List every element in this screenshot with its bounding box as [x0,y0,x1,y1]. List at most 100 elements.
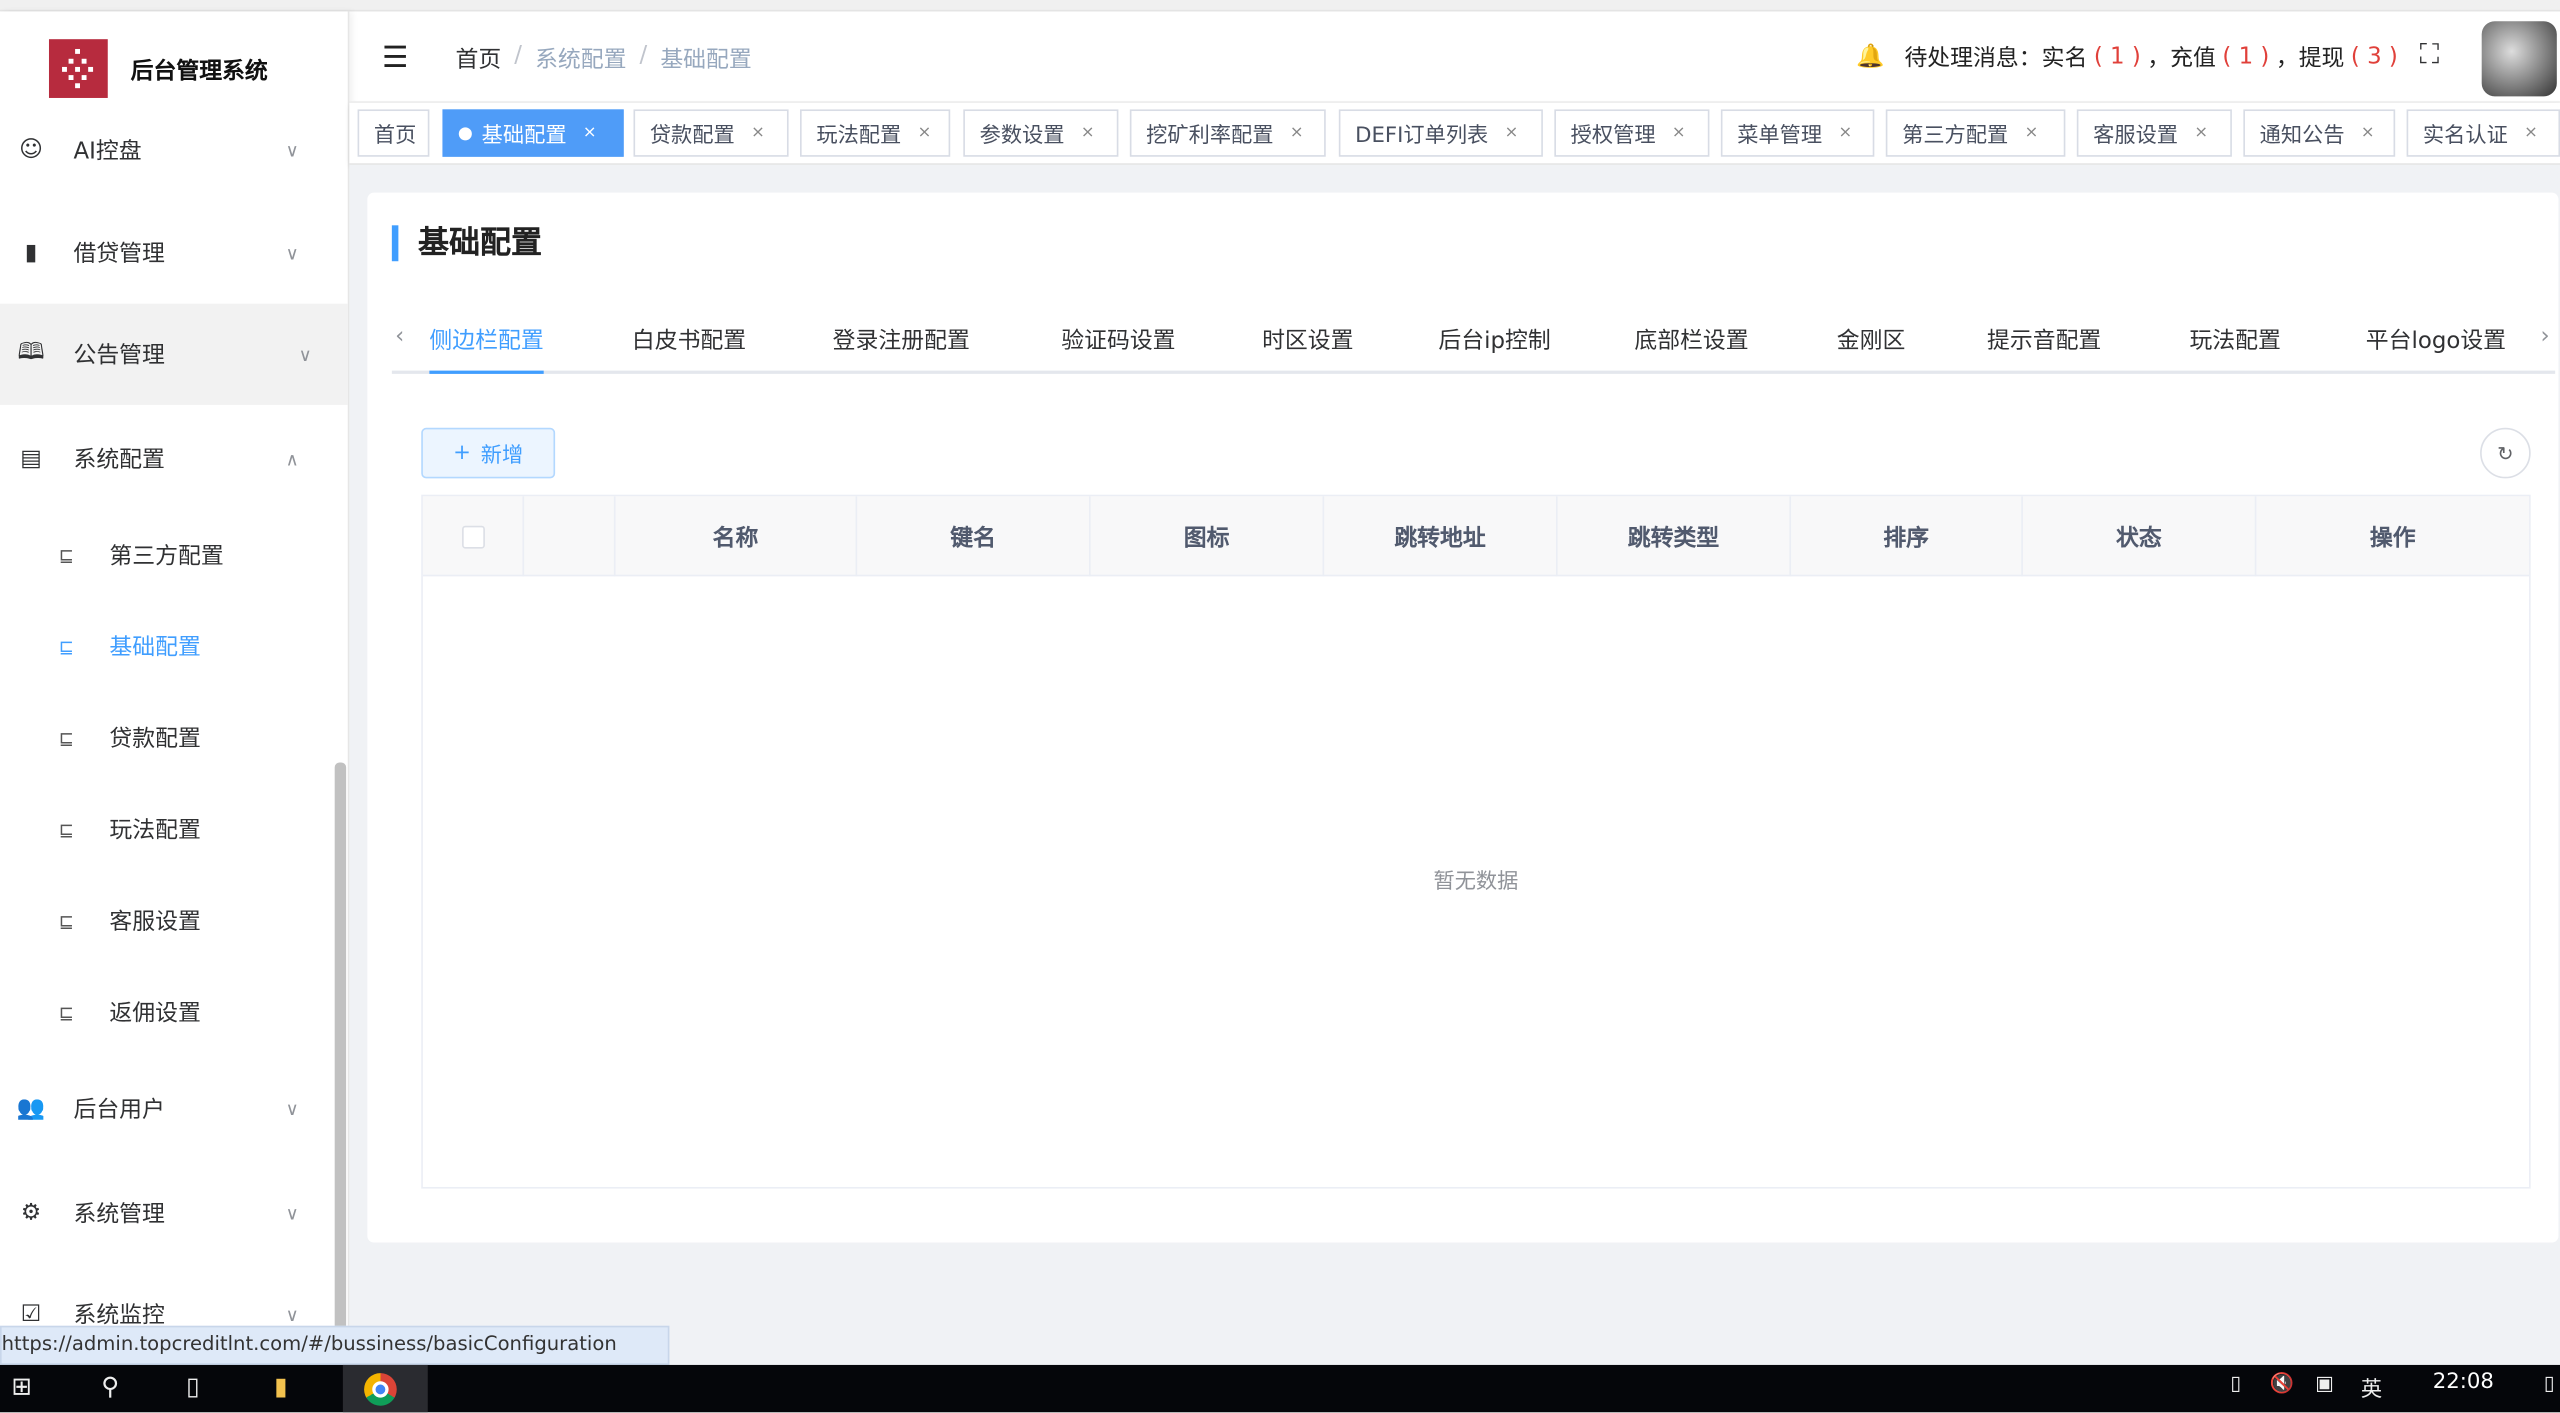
file-explorer-icon[interactable]: ▮ [274,1371,287,1400]
tag-customer-service[interactable]: 客服设置 × [2076,109,2232,157]
app-title: 后台管理系统 [130,58,268,85]
users-icon: 👥 [16,1095,46,1122]
sidebar-item-ai-control[interactable]: ☺ AI控盘 ∨ [0,100,335,201]
sidebar-subitem-customer-service[interactable]: ⊑ 客服设置 [0,875,335,966]
sidebar-item-label: 公告管理 [73,342,165,369]
close-icon[interactable]: × [1290,124,1304,142]
breadcrumb-home[interactable]: 首页 [456,42,502,75]
close-icon[interactable]: × [1081,124,1095,142]
tag-third-party[interactable]: 第三方配置 × [1885,109,2066,157]
chevron-left-icon[interactable]: ‹ [395,323,404,349]
sidebar-scrollbar[interactable] [334,762,347,1351]
sidebar-subitem-basic-config[interactable]: ⊑ 基础配置 [0,601,335,692]
sidebar-item-system-management[interactable]: ⚙ 系统管理 ∨ [0,1162,335,1263]
sidebar-item-announcement[interactable]: 🕮 公告管理 ∨ [0,303,348,405]
close-icon[interactable]: × [1505,124,1519,142]
tag-label: 基础配置 [481,124,567,149]
breadcrumb-system-config: 系统配置 [535,47,627,74]
tag-label: 第三方配置 [1902,124,2009,149]
close-icon[interactable]: × [2524,124,2538,142]
sidebar-subitem-loan-config[interactable]: ⊑ 贷款配置 [0,692,335,783]
realname-count[interactable]: ( 1 ) [2094,44,2141,70]
tag-mining-rate[interactable]: 挖矿利率配置 × [1129,109,1326,157]
tab-admin-ip-control[interactable]: 后台ip控制 [1438,323,1550,356]
close-icon[interactable]: × [2025,124,2039,142]
tree-icon: ⊑ [58,818,74,841]
collapse-menu-icon[interactable]: ☰ [382,41,408,75]
pending-messages[interactable]: 🔔 待处理消息：实名( 1 ) ，充值( 1 ) ，提现( 3 ) [1856,41,2397,74]
book-icon: ▮ [24,240,38,267]
task-view-icon[interactable]: ▯ [186,1371,199,1400]
breadcrumb: 首页 / 系统配置 / 基础配置 [456,42,752,75]
notification-icon[interactable]: ▯ [2544,1371,2555,1394]
tag-label: DEFI订单列表 [1355,124,1489,149]
ime-indicator[interactable]: 英 [2361,1371,2382,1402]
close-icon[interactable]: × [583,124,597,142]
chevron-down-icon: ∨ [298,343,312,365]
select-all-checkbox[interactable] [461,524,485,548]
volume-muted-icon[interactable]: 🔇 [2269,1371,2293,1394]
tab-captcha-settings[interactable]: 验证码设置 [1061,323,1175,356]
clock[interactable]: 22:08 [2433,1370,2494,1394]
header: ☰ 首页 / 系统配置 / 基础配置 🔔 待处理消息：实名( 1 ) ，充值( 1 )… [349,11,2560,103]
tab-timezone-settings[interactable]: 时区设置 [1262,323,1353,356]
chrome-taskbar-button[interactable] [342,1364,428,1413]
robot-icon: ☺ [19,137,43,164]
tab-sidebar-config[interactable]: 侧边栏配置 [429,323,544,374]
sidebar-subitem-rebate[interactable]: ⊑ 返佣设置 [0,967,335,1058]
close-icon[interactable]: × [2194,124,2208,142]
link-status-bar: https://admin.topcreditlnt.com/#/bussine… [0,1325,670,1365]
close-icon[interactable]: × [918,124,932,142]
empty-state: 暂无数据 [1433,870,1519,895]
sidebar: 后台管理系统 ☺ AI控盘 ∨ ▮ 借贷管理 ∨ 🕮 公告管理 ∨ ▤ 系统配置 ∧ ⊑ 第三方配… [0,11,350,1365]
sidebar-item-system-config[interactable]: ▤ 系统配置 ∧ [0,408,335,509]
windows-start-icon[interactable]: ⊞ [11,1371,32,1400]
sidebar-item-label: AI控盘 [73,138,142,165]
tag-basic-config[interactable]: 基础配置 × [442,109,624,157]
notice-recharge-label: ，充值 [2147,45,2216,72]
tag-menu[interactable]: 菜单管理 × [1720,109,1875,157]
tag-home[interactable]: 首页 [357,109,430,157]
fullscreen-icon[interactable]: ⛶ [2420,39,2439,72]
tag-params[interactable]: 参数设置 × [963,109,1119,157]
sidebar-subitem-label: 玩法配置 [109,817,201,845]
tag-play-config[interactable]: 玩法配置 × [800,109,951,157]
sidebar-item-admin-users[interactable]: 👥 后台用户 ∨ [0,1058,335,1159]
column-key: 键名 [857,496,1091,577]
network-icon[interactable]: ▣ [2315,1371,2334,1394]
search-icon[interactable]: ⚲ [101,1371,119,1400]
sidebar-item-loan[interactable]: ▮ 借贷管理 ∨ [0,202,335,303]
chevron-down-icon: ∨ [285,139,299,161]
close-icon[interactable]: × [1672,124,1686,142]
add-button[interactable]: + 新增 [421,427,556,479]
sidebar-subitem-play-config[interactable]: ⊑ 玩法配置 [0,784,335,875]
tab-sound-config[interactable]: 提示音配置 [1987,323,2101,356]
close-icon[interactable]: × [1838,124,1852,142]
tab-platform-logo[interactable]: 平台logo设置 [2366,323,2506,356]
refresh-icon: ↻ [2497,441,2514,465]
sidebar-subitem-label: 贷款配置 [109,726,201,753]
tag-realname[interactable]: 实名认证 × [2406,109,2560,157]
tag-loan-config[interactable]: 贷款配置 × [633,109,789,157]
chevron-right-icon[interactable]: › [2540,323,2549,349]
open-book-icon: 🕮 [17,339,45,366]
tab-login-register-config[interactable]: 登录注册配置 [833,323,970,356]
refresh-button[interactable]: ↻ [2480,427,2531,479]
close-icon[interactable]: × [751,124,765,142]
tab-footer-settings[interactable]: 底部栏设置 [1634,323,1748,356]
avatar[interactable] [2481,21,2557,97]
tag-notices[interactable]: 通知公告 × [2243,109,2396,157]
tag-defi-orders[interactable]: DEFI订单列表 × [1338,109,1543,157]
tab-king-kong-area[interactable]: 金刚区 [1837,323,1906,356]
sidebar-item-label: 后台用户 [73,1097,165,1124]
sidebar-subitem-third-party[interactable]: ⊑ 第三方配置 [0,509,335,600]
recharge-count[interactable]: ( 1 ) [2222,44,2269,70]
table-header: 名称 键名 图标 跳转地址 跳转类型 排序 状态 操作 [422,496,2530,577]
tag-authorization[interactable]: 授权管理 × [1554,109,1710,157]
tab-play-config[interactable]: 玩法配置 [2189,323,2280,356]
withdraw-count[interactable]: ( 3 ) [2351,44,2398,70]
active-dot-icon [458,126,472,140]
tab-whitepaper-config[interactable]: 白皮书配置 [632,323,746,356]
usb-icon[interactable]: ▯ [2230,1371,2241,1394]
close-icon[interactable]: × [2361,124,2375,142]
